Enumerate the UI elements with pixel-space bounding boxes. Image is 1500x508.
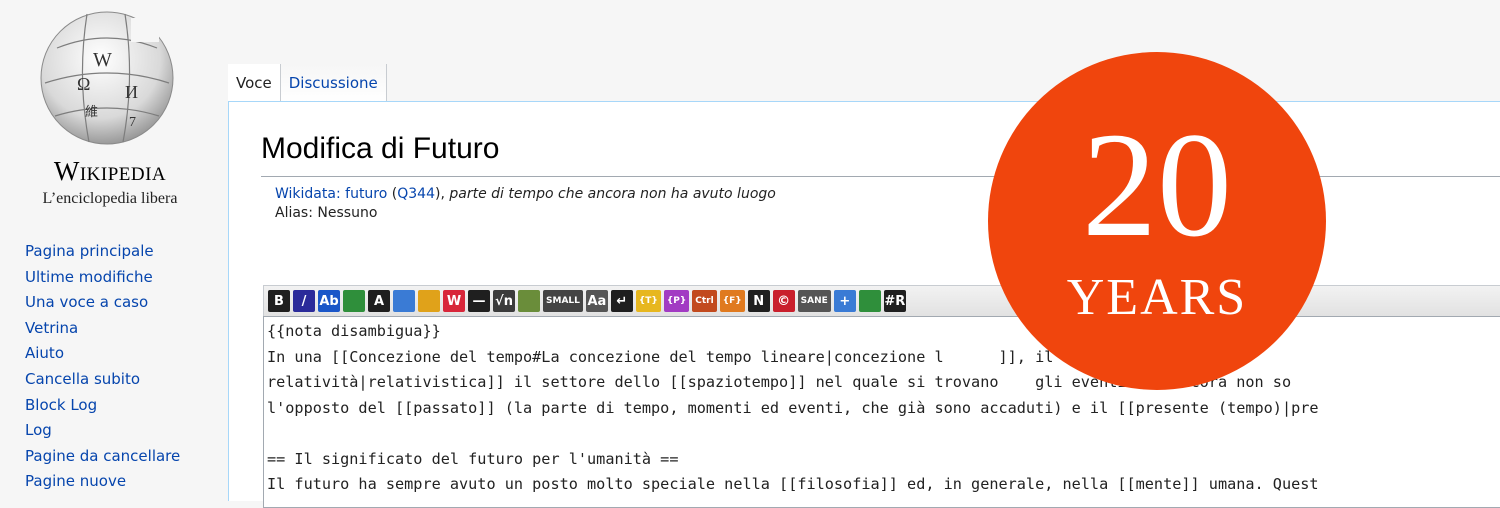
plus-icon[interactable]: +: [833, 290, 856, 312]
page-title: Modifica di Futuro: [261, 132, 500, 165]
sidebar-item-main-page[interactable]: Pagina principale: [25, 240, 180, 266]
sidebar-nav: Pagina principale Ultime modifiche Una v…: [25, 240, 180, 496]
redirect-icon[interactable]: #R: [883, 290, 906, 312]
tools-icon[interactable]: [518, 290, 540, 312]
svg-text:W: W: [93, 49, 112, 71]
wikidata-id-link[interactable]: Q344: [397, 186, 435, 202]
sidebar-item-block-log[interactable]: Block Log: [25, 394, 180, 420]
case-icon[interactable]: Aa: [585, 290, 608, 312]
small-text-icon[interactable]: SMALL: [543, 290, 583, 312]
math-icon[interactable]: √n: [493, 290, 515, 312]
f-template-icon[interactable]: {F}: [719, 290, 745, 312]
italic-icon[interactable]: /: [293, 290, 315, 312]
badge-number: 20: [1082, 102, 1232, 268]
bold-icon[interactable]: B: [268, 290, 290, 312]
svg-text:7: 7: [129, 115, 136, 130]
svg-text:維: 維: [85, 105, 98, 120]
sidebar-item-random[interactable]: Una voce a caso: [25, 291, 180, 317]
globe-icon: W Ω И 維 7: [40, 11, 174, 145]
toolbar-buttons: B / Ab A W — √n SMALL Aa ↵ {T} {P} Ctrl {F} N © SANE + #R: [268, 289, 909, 313]
badge-years: YEARS: [1066, 269, 1248, 326]
media-icon[interactable]: [418, 290, 440, 312]
svg-text:Ω: Ω: [77, 74, 90, 94]
page-tabs: Voce Discussione: [228, 64, 387, 102]
wikipedia-logo[interactable]: W Ω И 維 7 Wikipedia L’enciclopedia liber…: [30, 8, 180, 208]
tagline: L’enciclopedia libera: [42, 190, 178, 207]
wordmark: Wikipedia: [53, 156, 167, 186]
wikidata-item-link[interactable]: futuro: [345, 186, 387, 202]
sidebar-item-speedy-delete[interactable]: Cancella subito: [25, 368, 180, 394]
anniversary-badge: 20 YEARS: [988, 52, 1326, 390]
copyright-icon[interactable]: ©: [772, 290, 795, 312]
table-icon[interactable]: [858, 290, 881, 312]
p-template-icon[interactable]: {P}: [663, 290, 690, 312]
external-link-icon[interactable]: [343, 290, 365, 312]
newline-icon[interactable]: ↵: [610, 290, 633, 312]
sidebar-item-showcase[interactable]: Vetrina: [25, 317, 180, 343]
image-icon[interactable]: [393, 290, 415, 312]
n-icon[interactable]: N: [747, 290, 770, 312]
sidebar-item-log[interactable]: Log: [25, 419, 180, 445]
svg-text:И: И: [125, 82, 138, 102]
sidebar-item-recent-changes[interactable]: Ultime modifiche: [25, 266, 180, 292]
sidebar-item-help[interactable]: Aiuto: [25, 342, 180, 368]
tab-discussion[interactable]: Discussione: [280, 64, 387, 102]
wikidata-prefix-link[interactable]: Wikidata:: [275, 186, 341, 202]
hr-icon[interactable]: —: [468, 290, 490, 312]
sidebar-item-new-pages[interactable]: Pagine nuove: [25, 470, 180, 496]
heading-icon[interactable]: A: [368, 290, 390, 312]
wikitext-editor[interactable]: {{nota disambigua}} In una [[Concezione …: [263, 316, 1500, 508]
internal-link-icon[interactable]: Ab: [318, 290, 340, 312]
wikidata-line: Wikidata: futuro (Q344), parte di tempo …: [275, 186, 776, 202]
template-icon[interactable]: {T}: [635, 290, 661, 312]
sidebar: W Ω И 維 7 Wikipedia L’enciclopedia liber…: [0, 0, 228, 500]
alias-line: Alias: Nessuno: [275, 205, 378, 221]
sidebar-item-pages-to-delete[interactable]: Pagine da cancellare: [25, 445, 180, 471]
nowiki-icon[interactable]: W: [443, 290, 465, 312]
sane-icon[interactable]: SANE: [797, 290, 831, 312]
wikidata-description: parte di tempo che ancora non ha avuto l…: [449, 186, 776, 202]
tab-article[interactable]: Voce: [228, 64, 281, 102]
ctrl-icon[interactable]: Ctrl: [692, 290, 717, 312]
